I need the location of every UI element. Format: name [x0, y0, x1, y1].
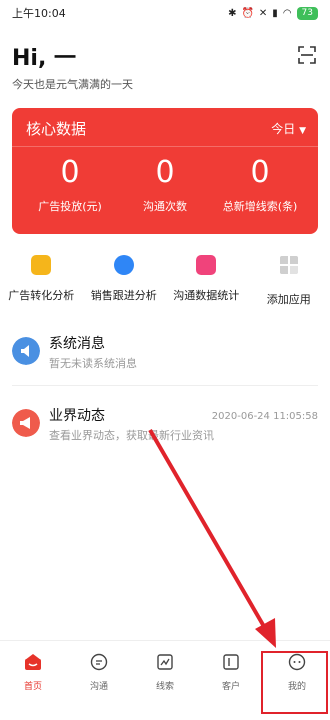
metric-value: 0 [250, 155, 270, 190]
tab-label: 沟通 [89, 682, 108, 692]
industry-news-item[interactable]: 业界动态 查看业界动态，获取最新行业资讯 2020-06-24 11:05:58 [12, 405, 318, 445]
metric-label: 广告投放(元) [38, 200, 102, 213]
communication-stats-icon [196, 255, 217, 275]
app-label: 广告转化分析 [8, 289, 75, 302]
wifi-icon: ◠ [282, 7, 292, 19]
home-icon [25, 654, 41, 670]
app-label: 销售跟进分析 [90, 289, 157, 302]
period-selector[interactable]: 今日 ▼ [271, 120, 306, 137]
chevron-down-icon: ▼ [299, 126, 306, 136]
core-data-title: 核心数据 [26, 120, 87, 138]
metric-new-leads[interactable]: 0 总新增线索(条) [210, 156, 310, 214]
leads-icon [157, 654, 173, 670]
message-subtitle: 查看业界动态，获取最新行业资讯 [49, 429, 214, 442]
message-title: 业界动态 [49, 408, 105, 424]
sales-followup-icon [113, 255, 134, 275]
speaker-icon [12, 337, 40, 365]
status-bar: 上午10:04 ✱ ⏰ ✕ ▮ ◠ 73 [0, 0, 330, 26]
app-label: 添加应用 [266, 293, 311, 306]
metric-ad-spend[interactable]: 0 广告投放(元) [20, 156, 120, 214]
tab-chat[interactable]: 沟通 [66, 641, 132, 720]
app-sales-followup[interactable]: 销售跟进分析 [83, 255, 166, 307]
metric-label: 总新增线索(条) [222, 200, 298, 213]
tab-label: 线索 [155, 682, 174, 692]
chat-icon [90, 653, 108, 671]
metric-value: 0 [155, 155, 175, 190]
status-icons: ✱ ⏰ ✕ ▮ ◠ 73 [228, 6, 318, 20]
tab-leads[interactable]: 线索 [132, 641, 198, 720]
mute-icon: ✕ [258, 7, 268, 19]
greeting-subtitle: 今天也是元气满满的一天 [12, 78, 133, 91]
bluetooth-icon: ✱ [228, 7, 237, 19]
annotation-highlight-box [261, 651, 328, 714]
app-communication-stats[interactable]: 沟通数据统计 [165, 255, 248, 307]
system-messages-item[interactable]: 系统消息 暂无未读系统消息 [12, 333, 318, 373]
period-label: 今日 [271, 122, 296, 136]
battery-icon: 73 [296, 6, 318, 20]
tab-label: 客户 [221, 682, 240, 692]
app-ad-conversion[interactable]: 广告转化分析 [0, 255, 83, 307]
message-title: 系统消息 [49, 336, 105, 352]
tab-home[interactable]: 首页 [0, 641, 66, 720]
app-shortcuts: 广告转化分析 销售跟进分析 沟通数据统计 添加应用 [0, 255, 330, 307]
tab-customers[interactable]: 客户 [198, 641, 264, 720]
message-time: 2020-06-24 11:05:58 [211, 411, 318, 422]
core-data-card[interactable]: 核心数据 今日 ▼ 0 广告投放(元) 0 沟通次数 0 总新增线索(条) [12, 108, 318, 234]
greeting-title: Hi, 一 [12, 46, 76, 71]
app-add[interactable]: 添加应用 [248, 255, 330, 307]
alarm-icon: ⏰ [241, 7, 254, 19]
app-label: 沟通数据统计 [173, 289, 240, 302]
grid-icon [279, 256, 298, 274]
customer-icon [223, 654, 239, 670]
message-subtitle: 暂无未读系统消息 [49, 357, 137, 370]
megaphone-icon [12, 409, 40, 437]
metric-communications[interactable]: 0 沟通次数 [115, 156, 215, 214]
metric-value: 0 [60, 155, 80, 190]
tab-label: 首页 [23, 682, 42, 692]
signal-icon: ▮ [272, 7, 278, 19]
divider [12, 385, 318, 386]
card-divider [12, 146, 318, 147]
metric-label: 沟通次数 [143, 200, 187, 213]
scan-icon[interactable] [298, 46, 316, 64]
ad-conversion-icon [31, 255, 52, 275]
status-time: 上午10:04 [12, 7, 66, 20]
